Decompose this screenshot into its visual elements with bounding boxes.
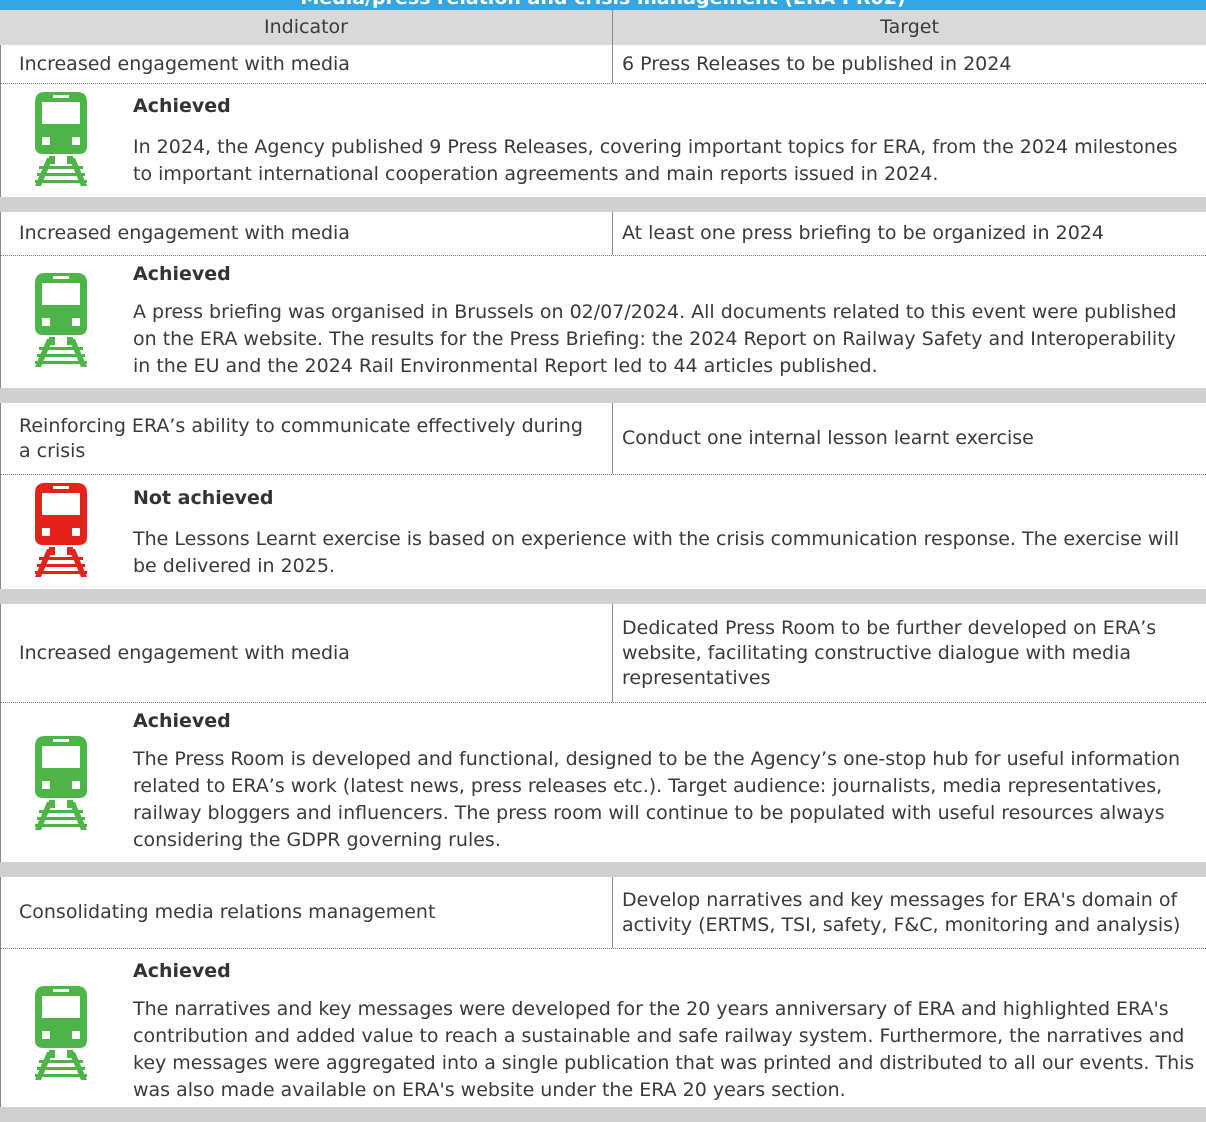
target-cell: At least one press briefing to be organi… [622, 222, 1104, 244]
row-separator [0, 197, 1206, 212]
indicator-cell: Consolidating media relations management [19, 901, 436, 923]
train-green-icon [35, 273, 87, 367]
status-label: Achieved [133, 263, 231, 285]
status-description: The Lessons Learnt exercise is based on … [133, 528, 1180, 577]
indicator-column-header: Indicator [264, 16, 348, 38]
status-block: Achieved The narratives and key messages… [0, 949, 1206, 1107]
row-separator [0, 1107, 1206, 1122]
target-cell: 6 Press Releases to be published in 2024 [622, 52, 1012, 75]
column-divider [612, 45, 613, 83]
table-row: Increased engagement with media At least… [0, 212, 1206, 255]
train-green-icon [35, 986, 87, 1080]
target-column-header: Target [880, 16, 939, 38]
status-block: Achieved The Press Room is developed and… [0, 703, 1206, 862]
table-title-bar: Media/press relation and crisis manageme… [0, 0, 1206, 10]
status-description: In 2024, the Agency published 9 Press Re… [133, 136, 1178, 185]
status-label: Not achieved [133, 487, 274, 509]
table-row: Consolidating media relations management… [0, 877, 1206, 948]
target-cell: Develop narratives and key messages for … [622, 888, 1181, 936]
row-separator [0, 388, 1206, 403]
table-header: Indicator Target [0, 10, 1206, 45]
column-divider [612, 403, 613, 474]
indicator-cell: Increased engagement with media [19, 52, 350, 75]
column-divider [612, 604, 613, 702]
indicator-cell: Increased engagement with media [19, 641, 350, 664]
row-separator [0, 862, 1206, 877]
status-description: The narratives and key messages were dev… [133, 998, 1195, 1101]
table-row: Reinforcing ERA’s ability to communicate… [0, 403, 1206, 474]
table-row: Increased engagement with media Dedicate… [0, 604, 1206, 702]
indicator-cell: Increased engagement with media [19, 222, 350, 244]
indicator-cell: Reinforcing ERA’s ability to communicate… [19, 414, 583, 462]
status-label: Achieved [133, 710, 231, 732]
table-row: Increased engagement with media 6 Press … [0, 45, 1206, 83]
status-block: Achieved A press briefing was organised … [0, 256, 1206, 388]
status-block: Not achieved The Lessons Learnt exercise… [0, 475, 1206, 589]
target-cell: Dedicated Press Room to be further devel… [622, 616, 1157, 689]
column-divider [612, 212, 613, 255]
train-green-icon [35, 736, 87, 830]
status-block: Achieved In 2024, the Agency published 9… [0, 84, 1206, 197]
target-cell: Conduct one internal lesson learnt exerc… [622, 427, 1034, 449]
status-description: The Press Room is developed and function… [133, 748, 1180, 851]
status-label: Achieved [133, 95, 231, 117]
table-title: Media/press relation and crisis manageme… [0, 0, 1206, 9]
status-label: Achieved [133, 960, 231, 982]
column-divider [612, 877, 613, 948]
train-red-icon [35, 483, 87, 577]
status-description: A press briefing was organised in Brusse… [133, 301, 1177, 377]
train-green-icon [35, 92, 87, 186]
row-separator [0, 589, 1206, 604]
